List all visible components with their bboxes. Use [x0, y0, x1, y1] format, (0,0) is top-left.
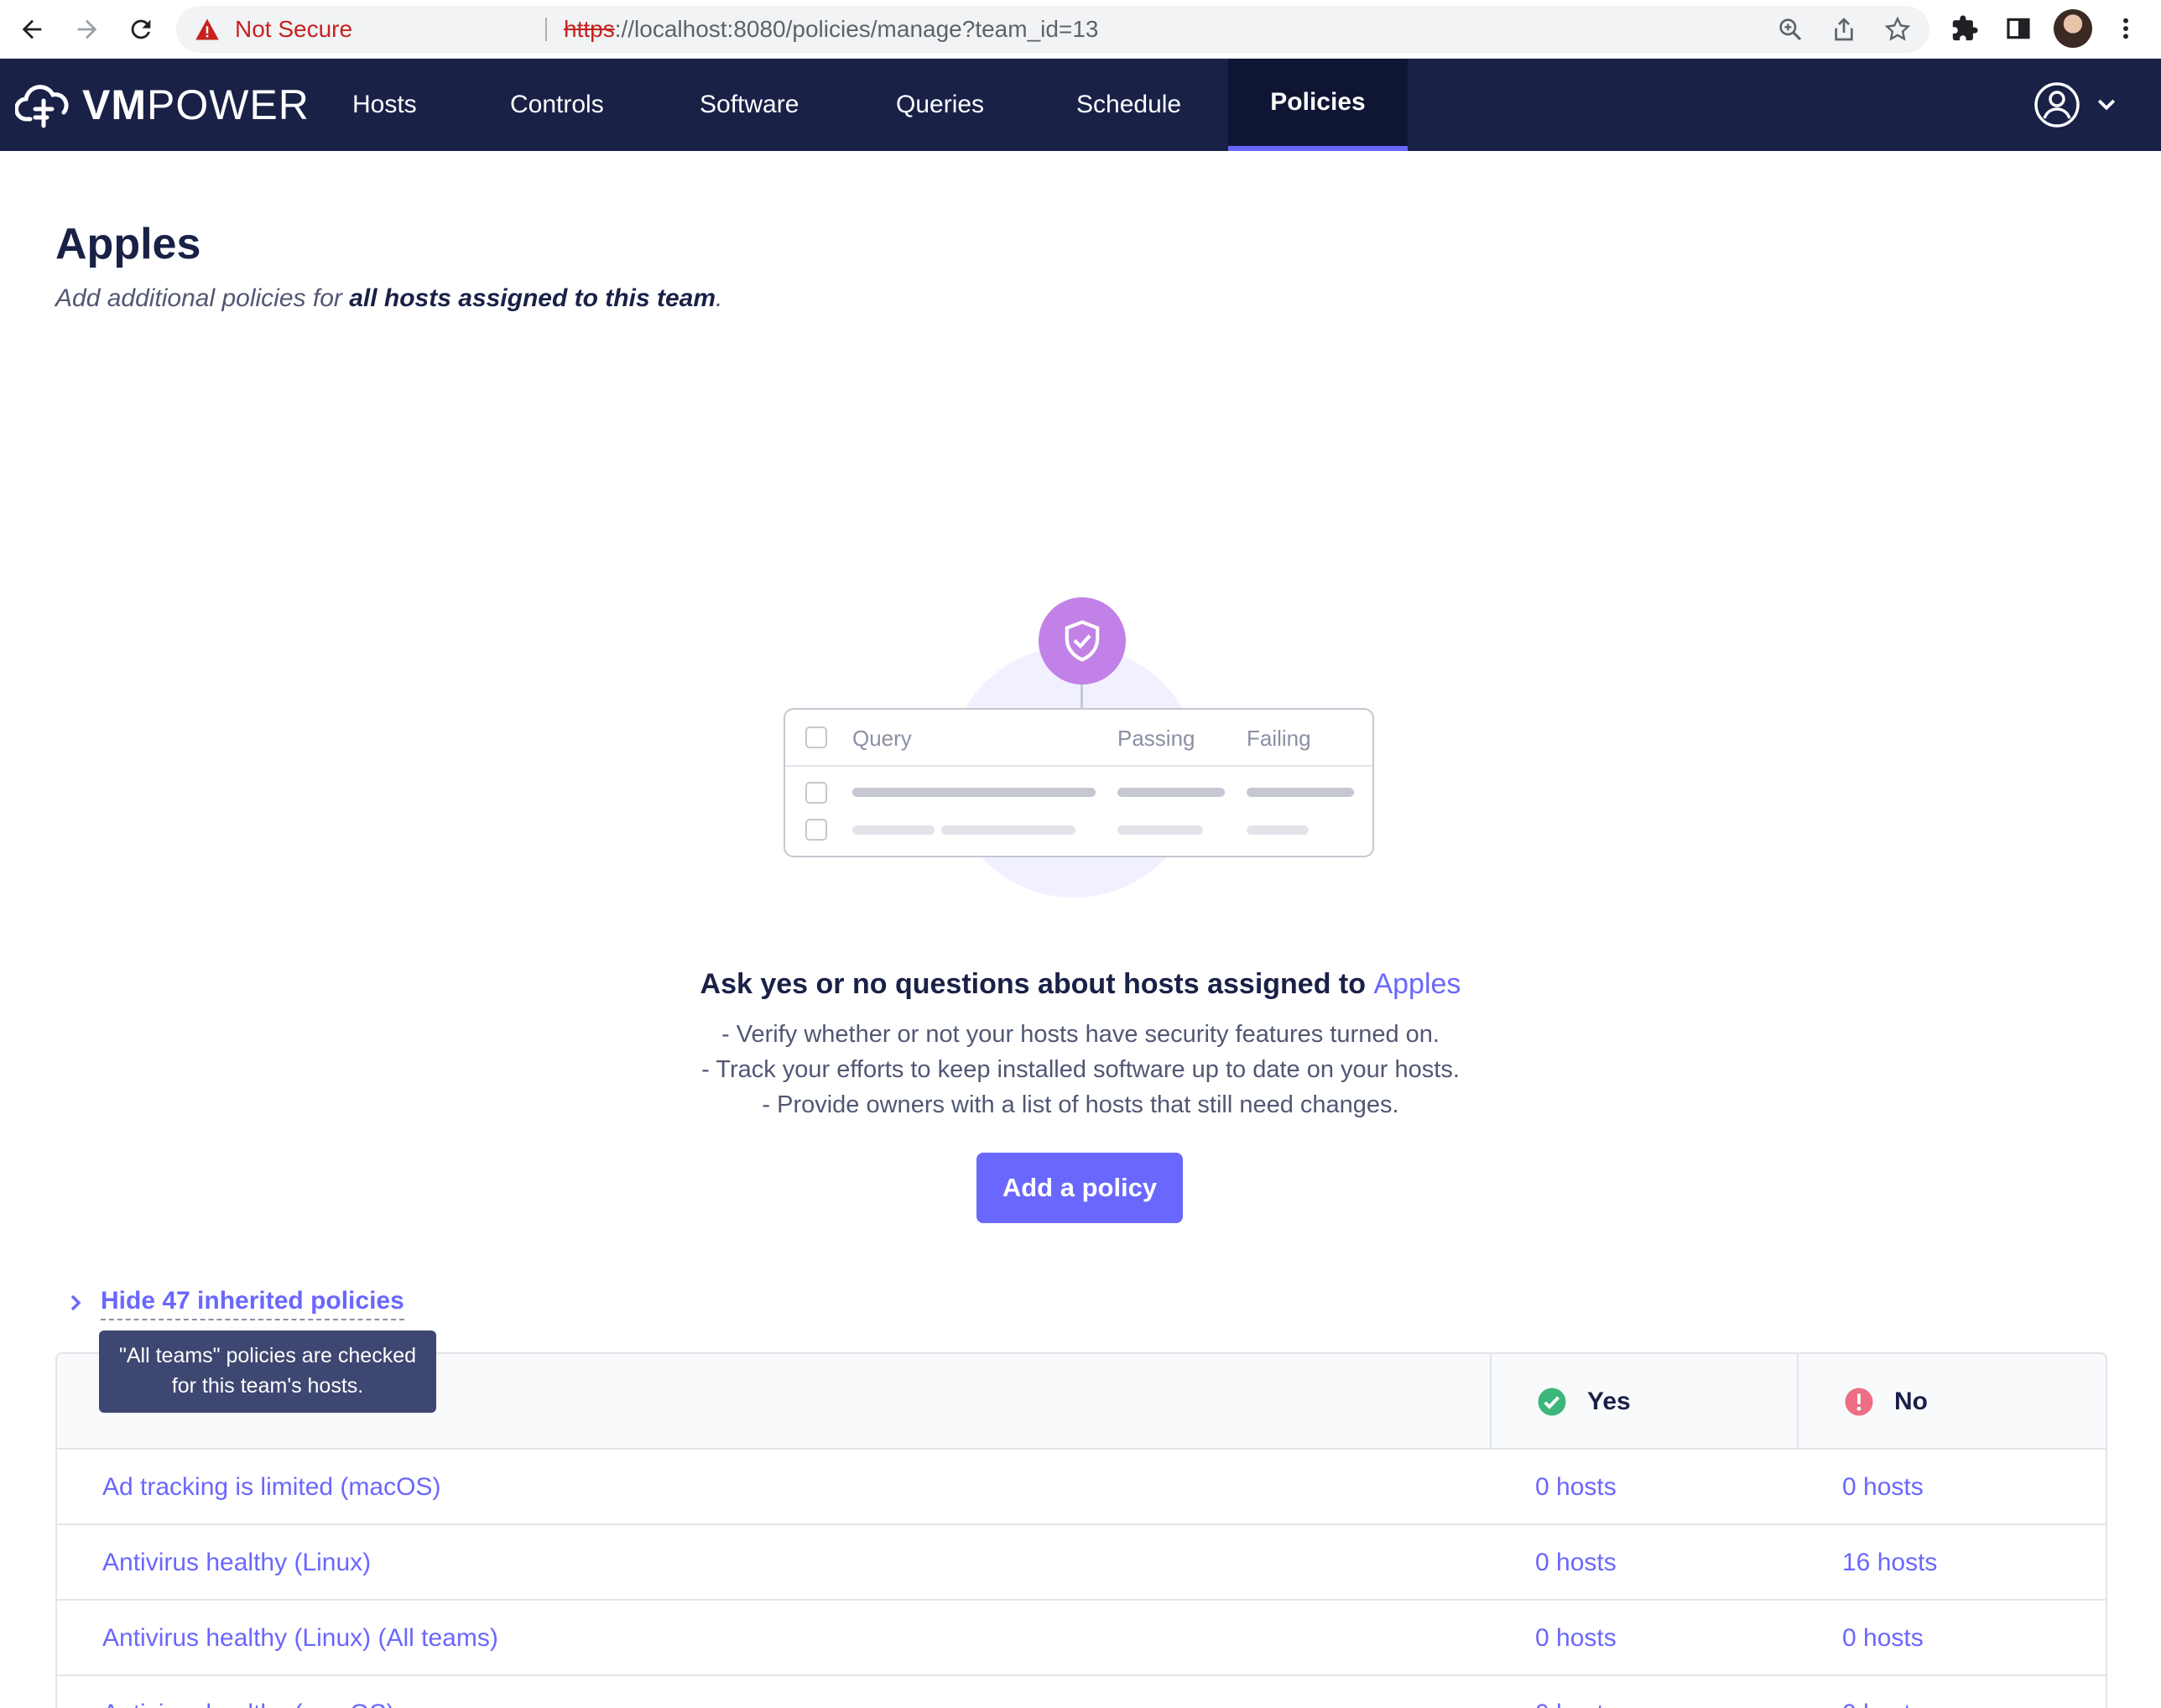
nav-controls[interactable]: Controls	[510, 59, 604, 151]
side-panel-button[interactable]	[2002, 12, 2035, 45]
inherited-policies-tooltip: "All teams" policies are checked for thi…	[99, 1330, 436, 1413]
tooltip-line: "All teams" policies are checked	[118, 1344, 417, 1367]
share-icon[interactable]	[1830, 16, 1857, 43]
illustration-col-query: Query	[852, 726, 912, 751]
page-title: Apples	[55, 220, 201, 268]
arrow-right-icon	[77, 19, 97, 39]
puzzle-icon	[1952, 15, 1978, 41]
nav-policies[interactable]: Policies	[1228, 59, 1408, 151]
reload-button[interactable]	[119, 8, 163, 51]
inherited-policies-toggle-label[interactable]: Hide 47 inherited policies	[101, 1285, 404, 1320]
passing-hosts-link[interactable]: 0 hosts	[1535, 1450, 1617, 1525]
shield-badge	[1039, 597, 1126, 685]
cloud-logo-icon	[15, 85, 69, 128]
url-scheme: https	[564, 16, 615, 42]
table-row: Antivirus healthy (Linux) 0 hosts 16 hos…	[57, 1525, 2106, 1601]
empty-state-line: - Verify whether or not your hosts have …	[721, 1021, 1440, 1048]
url-text[interactable]: https://localhost:8080/policies/manage?t…	[564, 17, 1098, 42]
nav-hosts[interactable]: Hosts	[352, 59, 417, 151]
subtitle-prefix: Add additional policies for	[55, 284, 350, 312]
inherited-policies-toggle[interactable]: Hide 47 inherited policies	[65, 1284, 404, 1322]
chevron-down-icon	[2097, 99, 2116, 111]
illustration-col-passing: Passing	[1117, 726, 1195, 751]
alert-circle-icon	[1845, 1388, 1873, 1416]
nav-schedule[interactable]: Schedule	[1076, 59, 1181, 151]
address-bar[interactable]: Not Secure https://localhost:8080/polici…	[176, 6, 1929, 53]
illustration-table-card: Query Passing Failing	[784, 708, 1374, 857]
column-divider	[1490, 1354, 1492, 1450]
more-vertical-icon	[2123, 18, 2128, 39]
arrow-left-icon	[22, 19, 42, 39]
column-divider	[1797, 1354, 1799, 1450]
illustration-table-header: Query Passing Failing	[785, 710, 1372, 767]
chevron-right-icon	[70, 1294, 81, 1311]
subtitle-emphasis: all hosts assigned to this team	[349, 284, 716, 312]
logo-wordmark: VMPOWER	[82, 79, 310, 131]
policy-name-link[interactable]: Antivirus healthy (Linux)	[102, 1525, 371, 1601]
passing-hosts-link[interactable]: 0 hosts	[1535, 1525, 1617, 1601]
url-path: ://localhost:8080/policies/manage?team_i…	[614, 16, 1099, 42]
passing-hosts-link[interactable]: 0 hosts	[1535, 1601, 1617, 1676]
illustration-checkbox	[805, 726, 827, 748]
extensions-button[interactable]	[1948, 12, 1981, 45]
illustration-placeholder-bar	[941, 825, 1075, 835]
policy-name-link[interactable]: Ad tracking is limited (macOS)	[102, 1450, 440, 1525]
security-status[interactable]: Not Secure	[235, 17, 352, 42]
back-button[interactable]	[10, 8, 54, 51]
browser-profile-avatar[interactable]	[2054, 9, 2092, 48]
column-header-yes-label: Yes	[1587, 1388, 1631, 1415]
page-subtitle: Add additional policies for all hosts as…	[55, 282, 722, 315]
failing-hosts-link[interactable]: 0 hosts	[1842, 1676, 1924, 1708]
empty-state-line: - Track your efforts to keep installed s…	[701, 1056, 1460, 1083]
side-panel-icon	[2007, 18, 2030, 39]
failing-hosts-link[interactable]: 0 hosts	[1842, 1601, 1924, 1676]
column-header-no-label: No	[1894, 1388, 1928, 1415]
table-row: Antivirus healthy (Linux) (All teams) 0 …	[57, 1601, 2106, 1676]
app-logo[interactable]: VMPOWER	[15, 79, 310, 131]
empty-state-title-text: Ask yes or no questions about hosts assi…	[700, 968, 1374, 1000]
empty-state-team-name: Apples	[1373, 968, 1461, 1000]
failing-hosts-link[interactable]: 16 hosts	[1842, 1525, 1937, 1601]
table-row: Antivirus healthy (macOS) 0 hosts 0 host…	[57, 1676, 2106, 1708]
illustration-checkbox	[805, 782, 827, 804]
column-header-no[interactable]: No	[1844, 1354, 1928, 1450]
bookmark-star-icon[interactable]	[1884, 16, 1911, 43]
user-menu-button[interactable]	[2033, 79, 2126, 131]
user-avatar-icon	[2034, 82, 2080, 128]
subtitle-suffix: .	[716, 284, 723, 312]
check-circle-icon	[1538, 1388, 1566, 1416]
table-row: Ad tracking is limited (macOS) 0 hosts 0…	[57, 1450, 2106, 1525]
main-navbar: VMPOWER Hosts Controls Software Queries …	[0, 59, 2161, 151]
omnibox-divider	[545, 18, 547, 41]
column-header-yes[interactable]: Yes	[1537, 1354, 1631, 1450]
warning-icon	[195, 18, 219, 40]
logo-wordmark-bold: VM	[82, 81, 147, 128]
add-policy-button[interactable]: Add a policy	[976, 1153, 1183, 1223]
nav-queries[interactable]: Queries	[896, 59, 984, 151]
zoom-icon[interactable]	[1777, 16, 1804, 43]
policy-name-link[interactable]: Antivirus healthy (macOS)	[102, 1676, 394, 1708]
forward-button[interactable]	[65, 8, 109, 51]
passing-hosts-link[interactable]: 0 hosts	[1535, 1676, 1617, 1708]
illustration-checkbox	[805, 819, 827, 841]
illustration-col-failing: Failing	[1247, 726, 1311, 751]
illustration-placeholder-bar	[852, 825, 935, 835]
illustration-placeholder-bar	[1247, 788, 1354, 797]
failing-hosts-link[interactable]: 0 hosts	[1842, 1450, 1924, 1525]
nav-software[interactable]: Software	[700, 59, 799, 151]
logo-wordmark-rest: POWER	[147, 81, 310, 128]
browser-menu-button[interactable]	[2109, 12, 2143, 45]
illustration-placeholder-bar	[852, 788, 1096, 797]
empty-state-title: Ask yes or no questions about hosts assi…	[0, 965, 2161, 1003]
tooltip-line: for this team's hosts.	[171, 1374, 364, 1398]
shield-check-icon	[1065, 620, 1100, 662]
policy-name-link[interactable]: Antivirus healthy (Linux) (All teams)	[102, 1601, 498, 1676]
browser-toolbar: Not Secure https://localhost:8080/polici…	[0, 0, 2161, 59]
empty-state-illustration: Query Passing Failing	[780, 596, 1377, 923]
empty-state-line: - Provide owners with a list of hosts th…	[762, 1091, 1399, 1118]
illustration-placeholder-bar	[1247, 825, 1309, 835]
reload-icon	[131, 19, 151, 39]
illustration-placeholder-bar	[1117, 788, 1225, 797]
illustration-placeholder-bar	[1117, 825, 1203, 835]
